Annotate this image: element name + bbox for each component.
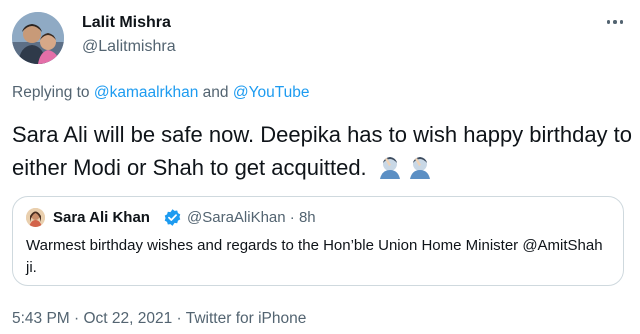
quoted-text: Warmest birthday wishes and regards to t… bbox=[26, 237, 603, 276]
replying-prefix: Replying to bbox=[12, 84, 94, 101]
author-avatar[interactable] bbox=[12, 12, 64, 64]
tweet-text: Sara Ali will be safe now. Deepika has t… bbox=[12, 118, 637, 184]
quoted-handle[interactable]: @SaraAliKhan bbox=[187, 209, 286, 226]
quoted-name[interactable]: Sara Ali Khan bbox=[53, 209, 150, 226]
quoted-separator: · bbox=[285, 209, 299, 226]
quoted-time[interactable]: 8h bbox=[299, 209, 316, 226]
verified-icon bbox=[164, 209, 181, 226]
more-options-icon[interactable] bbox=[602, 14, 628, 30]
replying-connector: and bbox=[198, 84, 233, 101]
author-name[interactable]: Lalit Mishra bbox=[82, 14, 171, 32]
mention-youtube[interactable]: @YouTube bbox=[233, 84, 310, 101]
mention-kamaalrkhan[interactable]: @kamaalrkhan bbox=[94, 84, 198, 101]
tweet-timestamp[interactable]: 5:43 PM · Oct 22, 2021 · Twitter for iPh… bbox=[12, 310, 306, 328]
quoted-avatar bbox=[26, 208, 45, 227]
quoted-meta: @SaraAliKhan · 8h bbox=[187, 209, 316, 226]
quoted-tweet[interactable]: Sara Ali Khan @SaraAliKhan · 8h Warmest … bbox=[12, 196, 624, 286]
facepalm-icon bbox=[379, 157, 400, 179]
facepalm-icon bbox=[409, 157, 430, 179]
author-handle[interactable]: @Lalitmishra bbox=[82, 38, 176, 56]
tweet-body: Sara Ali will be safe now. Deepika has t… bbox=[12, 122, 633, 180]
replying-to: Replying to @kamaalrkhan and @YouTube bbox=[12, 84, 309, 102]
